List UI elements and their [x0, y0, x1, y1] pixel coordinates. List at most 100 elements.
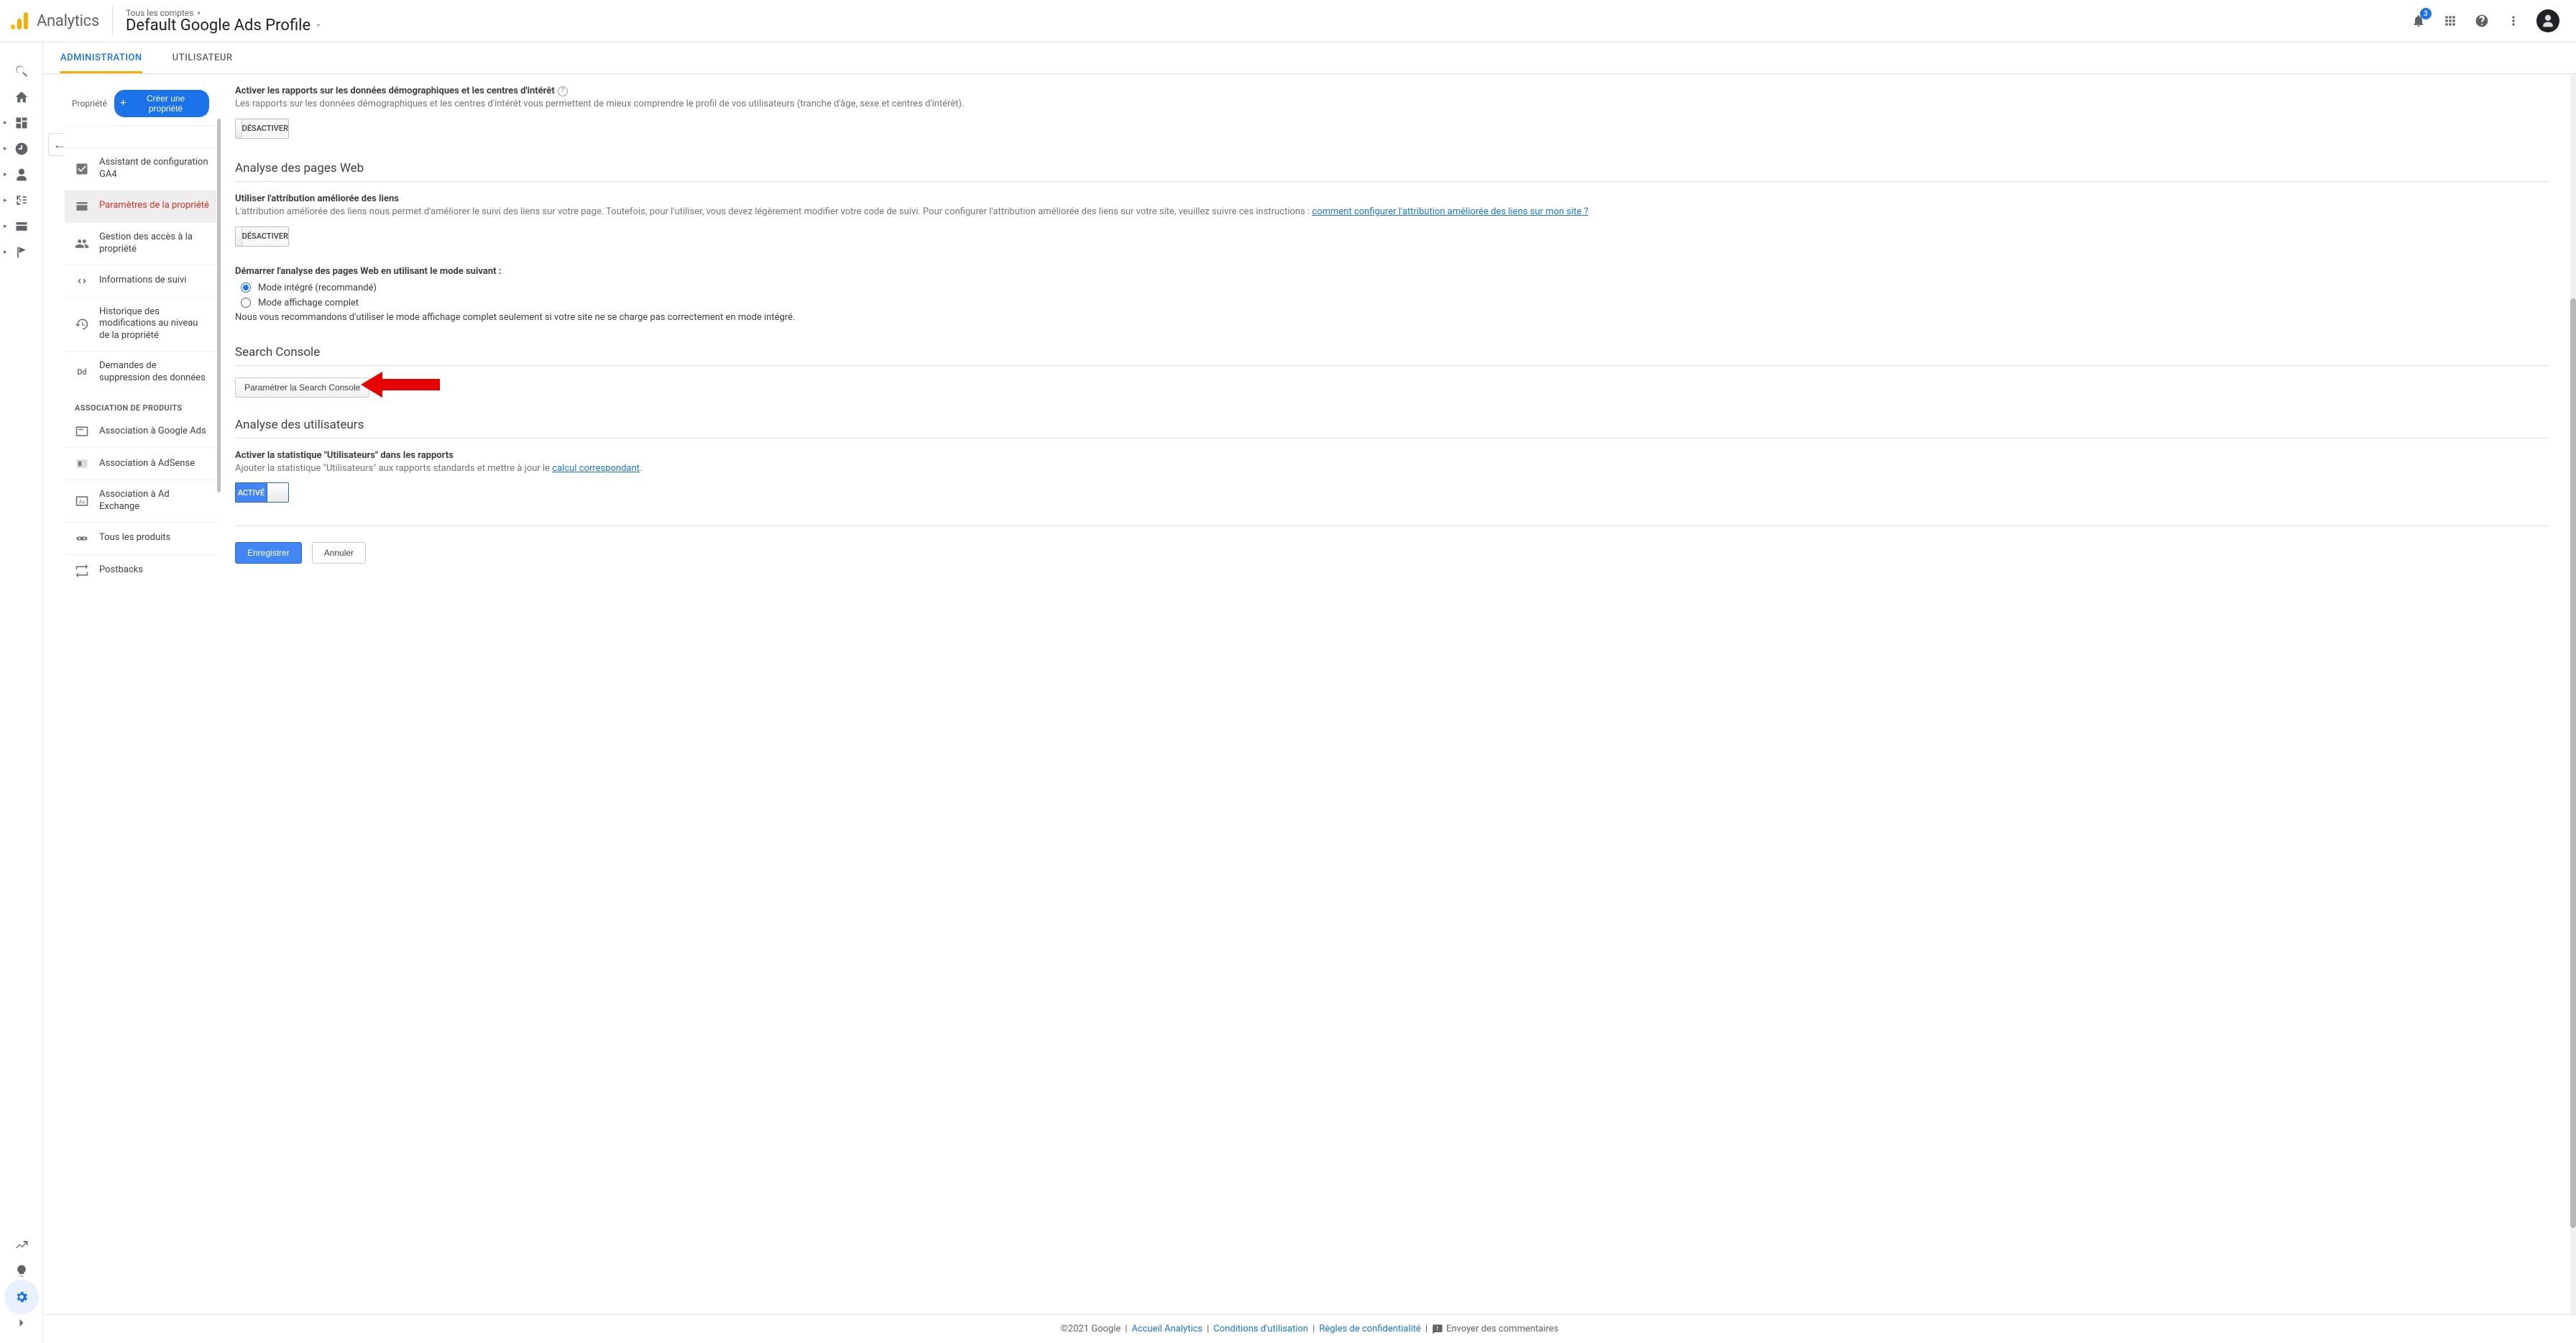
gear-icon: [14, 1290, 29, 1304]
demographics-title: Activer les rapports sur les données dém…: [235, 86, 555, 96]
card-icon: [14, 219, 29, 234]
apps-icon: [2443, 14, 2457, 28]
help-circle-icon[interactable]: ?: [558, 86, 568, 96]
body: ADMINISTRATION UTILISATEUR ← Propriété +…: [0, 42, 2576, 1343]
dd-icon: Dd: [75, 365, 89, 380]
dashboard-icon: [14, 116, 29, 130]
nav-admin[interactable]: [0, 1284, 42, 1310]
create-property-button[interactable]: + Créer une propriété: [114, 90, 209, 117]
cancel-button[interactable]: Annuler: [312, 542, 366, 564]
caret-down-icon: [315, 22, 322, 29]
help-button[interactable]: [2473, 12, 2490, 29]
menu-ga4-assistant[interactable]: Assistant de configuration GA4: [65, 147, 216, 190]
top-bar: Analytics Tous les comptes Default Googl…: [0, 0, 2576, 42]
property-label: Propriété: [72, 98, 107, 109]
footer: ©2021 Google Accueil Analytics Condition…: [43, 1314, 2576, 1343]
nav-audience[interactable]: [0, 162, 42, 188]
nav-conversions[interactable]: [0, 239, 42, 265]
property-menu: Assistant de configuration GA4 Paramètre…: [65, 147, 216, 1343]
footer-copyright: ©2021 Google: [1061, 1324, 1121, 1334]
link-icon: [75, 531, 89, 546]
menu-change-history[interactable]: Historique des modifications au niveau d…: [65, 297, 216, 352]
start-mode-note: Nous vous recommandons d'utiliser le mod…: [235, 311, 2549, 325]
search-console-heading: Search Console: [235, 345, 2549, 366]
search-icon: [14, 64, 29, 78]
menu-postbacks[interactable]: Postbacks: [65, 554, 216, 587]
nav-customization[interactable]: [0, 110, 42, 136]
tab-administration[interactable]: ADMINISTRATION: [60, 42, 142, 73]
radio-fullview[interactable]: Mode affichage complet: [241, 298, 2549, 308]
menu-property-settings[interactable]: Paramètres de la propriété: [65, 190, 216, 222]
nav-collapse[interactable]: [0, 1310, 42, 1336]
more-button[interactable]: [2505, 12, 2522, 29]
enhanced-link-desc: L'attribution améliorée des liens nous p…: [235, 206, 2549, 219]
footer-analytics-home[interactable]: Accueil Analytics: [1131, 1324, 1202, 1334]
history-icon: [75, 317, 89, 331]
plus-icon: +: [120, 99, 126, 108]
demographics-desc: Les rapports sur les données démographiq…: [235, 98, 2549, 111]
tab-user[interactable]: UTILISATEUR: [172, 42, 233, 73]
account-picker[interactable]: Tous les comptes Default Google Ads Prof…: [113, 0, 322, 42]
user-analysis-heading: Analyse des utilisateurs: [235, 418, 2549, 439]
feedback-icon: [1432, 1324, 1443, 1335]
notifications-button[interactable]: 3: [2410, 12, 2427, 29]
nav-behavior[interactable]: [0, 214, 42, 239]
start-mode-title: Démarrer l'analyse des pages Web en util…: [235, 266, 2549, 277]
help-icon: [2475, 14, 2489, 28]
footer-feedback[interactable]: Envoyer des commentaires: [1446, 1324, 1558, 1334]
settings-list-icon: [75, 199, 89, 214]
annotation-arrow-icon: [361, 370, 440, 399]
menu-link-adexchange[interactable]: Ax Association à Ad Exchange: [65, 480, 216, 522]
product-name: Analytics: [37, 12, 99, 30]
save-button[interactable]: Enregistrer: [235, 542, 302, 564]
menu-link-google-ads[interactable]: Association à Google Ads: [65, 416, 216, 447]
left-nav: [0, 42, 43, 1343]
enhanced-link-help-link[interactable]: comment configurer l'attribution amélior…: [1312, 206, 1588, 217]
top-bar-actions: 3: [2410, 9, 2570, 32]
chevron-right-icon: [14, 1316, 29, 1330]
nav-home[interactable]: [0, 84, 42, 110]
footer-tos[interactable]: Conditions d'utilisation: [1213, 1324, 1308, 1334]
radio-icon: [241, 298, 251, 308]
property-column: Propriété + Créer une propriété Assistan…: [65, 75, 216, 1343]
clock-icon: [14, 142, 29, 156]
enhanced-link-toggle[interactable]: DÉSACTIVER: [235, 226, 289, 247]
inpage-heading: Analyse des pages Web: [235, 161, 2549, 182]
code-icon: [75, 274, 89, 288]
nav-acquisition[interactable]: [0, 188, 42, 214]
person-icon: [14, 168, 29, 182]
menu-link-adsense[interactable]: Association à AdSense: [65, 447, 216, 480]
home-icon: [14, 90, 29, 104]
main-scrollbar[interactable]: [2570, 75, 2576, 1343]
more-vert-icon: [2506, 14, 2521, 28]
users-metric-toggle[interactable]: ACTIVÉ: [235, 482, 289, 503]
adexchange-icon: Ax: [75, 494, 89, 508]
sub-tabs: ADMINISTRATION UTILISATEUR: [43, 42, 2576, 74]
menu-all-products[interactable]: Tous les produits: [65, 522, 216, 554]
google-ads-icon: [75, 424, 89, 439]
nav-realtime[interactable]: [0, 136, 42, 162]
main: ADMINISTRATION UTILISATEUR ← Propriété +…: [43, 42, 2576, 1343]
menu-tracking-info[interactable]: Informations de suivi: [65, 265, 216, 297]
attribution-icon: [14, 1238, 29, 1252]
users-metric-link[interactable]: calcul correspondant: [552, 463, 640, 474]
checkbox-icon: [75, 162, 89, 176]
users-metric-desc: Ajouter la statistique "Utilisateurs" au…: [235, 462, 2549, 476]
configure-search-console-button[interactable]: Paramétrer la Search Console: [235, 377, 369, 398]
nav-search[interactable]: [0, 58, 42, 84]
left-nav-bottom: [0, 1232, 42, 1336]
radio-embedded[interactable]: Mode intégré (recommandé): [241, 283, 2549, 293]
action-row: Enregistrer Annuler: [235, 526, 2549, 564]
menu-access-management[interactable]: Gestion des accès à la propriété: [65, 222, 216, 265]
svg-text:Ax: Ax: [79, 498, 86, 505]
menu-data-deletion[interactable]: Dd Demandes de suppression des données: [65, 351, 216, 393]
flag-icon: [14, 245, 29, 260]
network-icon: [14, 193, 29, 208]
apps-button[interactable]: [2442, 12, 2459, 29]
nav-attribution[interactable]: [0, 1232, 42, 1258]
profile-picker: Default Google Ads Profile: [126, 17, 322, 35]
footer-privacy[interactable]: Règles de confidentialité: [1319, 1324, 1421, 1334]
people-icon: [75, 237, 89, 251]
demographics-toggle[interactable]: DÉSACTIVER: [235, 119, 289, 139]
avatar[interactable]: [2536, 9, 2559, 32]
